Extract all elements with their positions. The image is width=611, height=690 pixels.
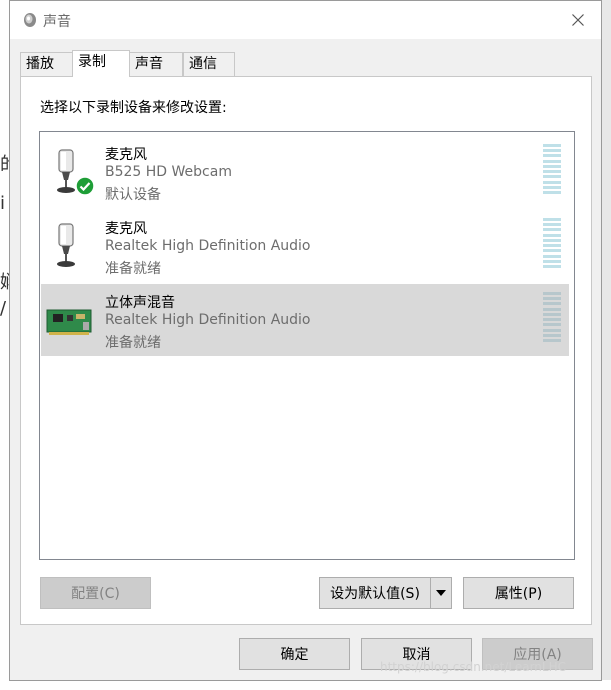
- properties-button[interactable]: 属性(P): [463, 577, 574, 609]
- set-default-split-button: 设为默认值(S): [319, 577, 452, 609]
- instruction-text: 选择以下录制设备来修改设置:: [40, 100, 227, 116]
- title-bar: 声音: [10, 1, 601, 39]
- watermark-text: https://blog.csdn.net/LearnLHC: [380, 660, 566, 674]
- sound-card-icon: [46, 309, 92, 335]
- device-list[interactable]: 麦克风 B525 HD Webcam 默认设备 麦克风 Realtek High…: [39, 131, 575, 560]
- close-icon: [572, 14, 584, 26]
- microphone-icon: [57, 223, 75, 267]
- window-title: 声音: [43, 14, 71, 30]
- device-status: 默认设备: [105, 187, 161, 203]
- recording-tab-panel: 选择以下录制设备来修改设置: 麦克风 B525 HD Webcam 默认设备 麦…: [20, 76, 592, 625]
- default-check-icon: [75, 176, 95, 196]
- device-row-selected[interactable]: 立体声混音 Realtek High Definition Audio 准备就绪: [41, 284, 569, 356]
- device-row[interactable]: 麦克风 Realtek High Definition Audio 准备就绪: [41, 210, 569, 282]
- speaker-icon: [24, 13, 36, 27]
- set-default-dropdown-button[interactable]: [431, 577, 452, 609]
- level-meter: [543, 144, 561, 194]
- tab-playback[interactable]: 播放: [20, 52, 74, 76]
- tab-communications[interactable]: 通信: [183, 52, 235, 76]
- background-glyph: /: [0, 298, 7, 319]
- device-description: Realtek High Definition Audio: [105, 238, 311, 254]
- set-default-button[interactable]: 设为默认值(S): [319, 577, 431, 609]
- device-name: 麦克风: [105, 147, 147, 163]
- tab-sounds[interactable]: 声音: [129, 52, 183, 76]
- configure-button[interactable]: 配置(C): [40, 577, 151, 609]
- level-meter: [543, 292, 561, 342]
- chevron-down-icon: [436, 590, 446, 596]
- device-description: Realtek High Definition Audio: [105, 312, 311, 328]
- background-window-edge-right: [601, 0, 611, 690]
- device-name: 立体声混音: [105, 295, 175, 311]
- background-glyph: i: [0, 193, 6, 214]
- device-name: 麦克风: [105, 221, 147, 237]
- tab-recording[interactable]: 录制: [72, 50, 130, 77]
- device-row[interactable]: 麦克风 B525 HD Webcam 默认设备: [41, 136, 569, 208]
- level-meter: [543, 218, 561, 268]
- device-status: 准备就绪: [105, 261, 161, 277]
- device-description: B525 HD Webcam: [105, 164, 232, 180]
- background-window-edge-bottom: [0, 680, 611, 690]
- close-button[interactable]: [555, 1, 601, 39]
- ok-button[interactable]: 确定: [239, 638, 350, 670]
- device-status: 准备就绪: [105, 335, 161, 351]
- sound-dialog: 声音 播放 录制 声音 通信 选择以下录制设备来修改设置: 麦克风 B525 H…: [9, 0, 602, 681]
